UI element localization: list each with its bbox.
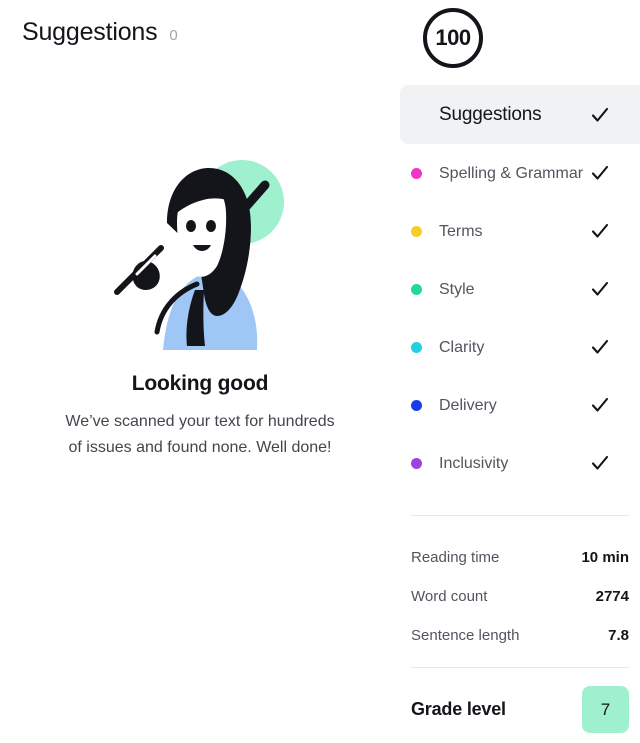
stat-label: Word count [411, 588, 488, 605]
main-header: Suggestions 0 [22, 18, 178, 47]
empty-state-title: Looking good [131, 372, 269, 395]
category-label: Inclusivity [439, 454, 509, 472]
check-icon [590, 453, 610, 473]
score-value: 100 [435, 25, 471, 50]
stat-value: 7.8 [608, 627, 629, 644]
suggestions-panel-app: Suggestions 0 Looking good We’ve scanned… [0, 0, 640, 743]
check-icon [590, 105, 610, 125]
check-icon [590, 279, 610, 299]
sidebar-item-style[interactable]: Style [400, 260, 640, 318]
dot-placeholder [411, 109, 422, 120]
grade-level-section: Grade level 7 [400, 668, 640, 733]
category-label: Style [439, 280, 475, 298]
empty-state-body: We’ve scanned your text for hundreds of … [65, 413, 335, 456]
stat-value: 2774 [595, 588, 629, 605]
category-color-dot [411, 399, 422, 411]
sidebar-item-inclusivity[interactable]: Inclusivity [400, 434, 640, 492]
category-rows: Spelling & Grammar Terms Style Clarity Deliv… [400, 144, 640, 492]
category-list: Suggestions Spelling & Grammar Terms Style… [400, 85, 640, 492]
category-label: Clarity [439, 338, 485, 356]
category-color-dot [411, 341, 422, 353]
check-icon [590, 337, 610, 357]
main-pane: Suggestions 0 Looking good We’ve scanned… [0, 0, 400, 743]
stat-value: 10 min [581, 549, 629, 566]
stats-list: Reading time 10 min Word count 2774 Sentence… [400, 516, 640, 667]
sidebar-item-spelling-grammar[interactable]: Spelling & Grammar [400, 144, 640, 202]
score-badge[interactable]: 100 [423, 8, 483, 68]
suggestions-count: 0 [169, 27, 178, 44]
stat-row: Sentence length 7.8 [411, 616, 629, 655]
check-icon [590, 163, 610, 183]
empty-state: Looking good We’ve scanned your text for… [0, 150, 400, 461]
score-ring: 100 [423, 8, 483, 68]
category-color-dot [411, 225, 422, 237]
category-label: Spelling & Grammar [439, 164, 584, 182]
category-color-dot [411, 167, 422, 179]
grade-level-badge[interactable]: 7 [582, 686, 629, 733]
category-color-dot [411, 457, 422, 469]
page-title: Suggestions [22, 18, 158, 46]
category-color-dot [411, 283, 422, 295]
sidebar-lower-section: Reading time 10 min Word count 2774 Sentence… [400, 515, 640, 733]
stat-row: Reading time 10 min [411, 538, 629, 577]
sidebar-item-suggestions-header[interactable]: Suggestions [400, 85, 640, 144]
sidebar-pane: 100 Suggestions Spelling & Grammar Terms S… [400, 0, 640, 743]
person-writing-with-check-illustration [114, 160, 284, 350]
sidebar-item-terms[interactable]: Terms [400, 202, 640, 260]
check-icon [590, 221, 610, 241]
stat-row: Word count 2774 [411, 577, 629, 616]
category-label: Delivery [439, 396, 497, 414]
category-label: Terms [439, 222, 483, 240]
check-icon [590, 395, 610, 415]
stat-label: Reading time [411, 549, 500, 566]
grade-level-label: Grade level [411, 699, 506, 719]
sidebar-item-delivery[interactable]: Delivery [400, 376, 640, 434]
sidebar-header-label: Suggestions [439, 104, 542, 125]
sidebar-item-clarity[interactable]: Clarity [400, 318, 640, 376]
stat-label: Sentence length [411, 627, 520, 644]
